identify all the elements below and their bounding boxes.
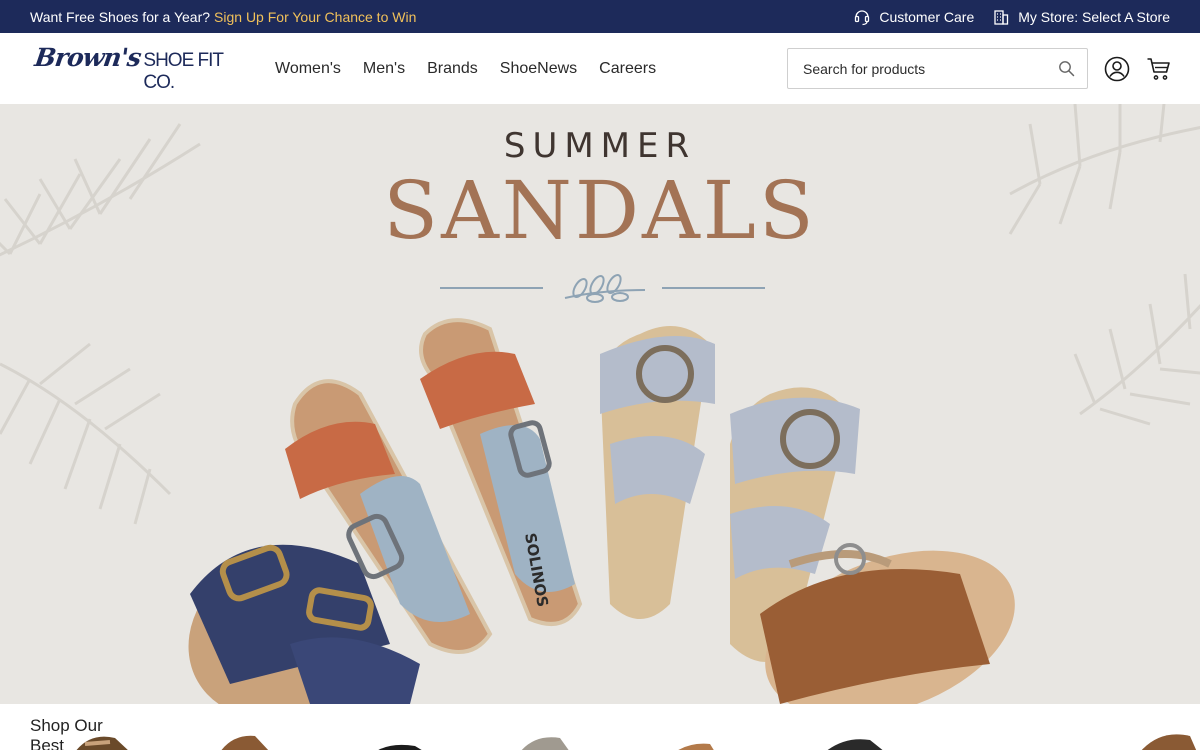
nav-shoenews[interactable]: ShoeNews [500, 60, 577, 78]
promo-message: Want Free Shoes for a Year? Sign Up For … [30, 9, 416, 25]
nav-mens[interactable]: Men's [363, 60, 405, 78]
logo-script-text: Brown's [32, 43, 143, 72]
nav-brands[interactable]: Brands [427, 60, 478, 78]
headset-icon [855, 9, 870, 25]
site-header: Brown's SHOE FIT CO. Women's Men's Brand… [0, 33, 1200, 104]
promo-text: Want Free Shoes for a Year? [30, 8, 211, 25]
my-store-label: My Store: Select A Store [1018, 8, 1170, 25]
account-icon[interactable] [1104, 56, 1130, 82]
customer-care-link[interactable]: Customer Care [853, 8, 974, 26]
search-box [787, 48, 1088, 89]
nav-womens[interactable]: Women's [275, 60, 341, 78]
main-nav: Women's Men's Brands ShoeNews Careers [275, 60, 656, 78]
product-thumb[interactable] [1135, 724, 1200, 750]
cart-icon[interactable] [1146, 56, 1172, 82]
store-building-icon [994, 9, 1009, 25]
promo-bar: Want Free Shoes for a Year? Sign Up For … [0, 0, 1200, 33]
product-thumb[interactable] [820, 724, 890, 750]
sandals-photo: SOLINOS [188, 318, 1015, 704]
search-input[interactable] [803, 60, 1058, 77]
product-thumb[interactable] [370, 724, 430, 750]
hero-headline: SANDALS [383, 164, 817, 257]
promo-signup-link[interactable]: Sign Up For Your Chance to Win [214, 9, 416, 25]
leaf-sprig-icon [440, 273, 765, 303]
my-store-link[interactable]: My Store: Select A Store [992, 8, 1170, 26]
shop-best-strip: Shop Our Best [0, 704, 1200, 750]
light-blue-sandal-left [600, 326, 715, 619]
logo-caps-text: SHOE FIT CO. [143, 50, 223, 93]
customer-care-label: Customer Care [879, 8, 975, 25]
search-icon[interactable] [1058, 60, 1075, 77]
nav-careers[interactable]: Careers [599, 60, 656, 78]
brand-logo[interactable]: Brown's SHOE FIT CO. [32, 43, 255, 94]
hero-kicker: SUMMER [503, 126, 697, 166]
product-thumb[interactable] [215, 724, 275, 750]
product-thumb[interactable] [70, 724, 140, 750]
product-thumb[interactable] [515, 724, 575, 750]
product-thumb[interactable] [670, 724, 720, 750]
hero-banner[interactable]: SUMMER SANDALS SOLINOS [0, 104, 1200, 704]
